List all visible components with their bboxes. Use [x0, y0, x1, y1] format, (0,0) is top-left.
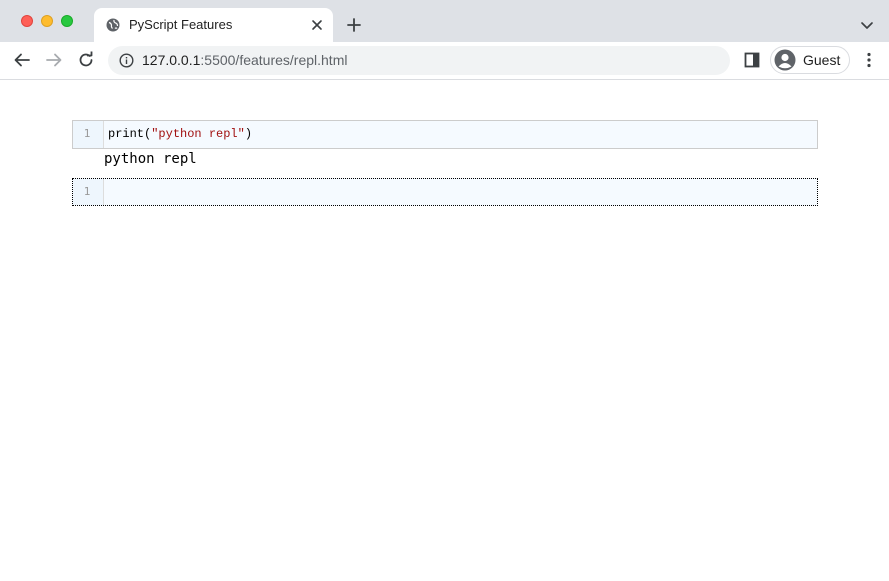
browser-window: PyScript Features 127.0.0.1:5500/feature…	[0, 0, 889, 581]
new-tab-icon[interactable]	[346, 17, 362, 33]
code-close-paren: )	[244, 127, 253, 141]
profile-button[interactable]: Guest	[770, 46, 850, 74]
line-number: 1	[83, 185, 91, 198]
more-options-icon[interactable]	[860, 51, 878, 69]
tab-title: PyScript Features	[129, 17, 233, 32]
page-content: 1 print("python repl") python repl 1	[0, 80, 889, 581]
line-gutter: 1	[73, 121, 104, 148]
code-line[interactable]: print("python repl")	[108, 127, 252, 141]
code-function: print(	[108, 127, 152, 141]
info-icon[interactable]	[119, 53, 134, 68]
tab-pyscript-features[interactable]: PyScript Features	[94, 8, 333, 42]
chevron-down-icon[interactable]	[860, 18, 874, 32]
back-arrow-icon[interactable]	[13, 51, 31, 69]
repl-output: python repl	[104, 151, 197, 167]
close-window-button[interactable]	[21, 15, 33, 27]
globe-icon	[106, 18, 120, 32]
forward-arrow-icon[interactable]	[45, 51, 63, 69]
avatar-icon	[774, 49, 796, 71]
address-bar[interactable]: 127.0.0.1:5500/features/repl.html	[108, 46, 730, 75]
side-panel-icon[interactable]	[744, 52, 760, 68]
url-path: :5500/features/repl.html	[200, 52, 348, 68]
code-string: "python repl"	[151, 127, 245, 141]
url-host: 127.0.0.1	[142, 52, 201, 68]
line-gutter: 1	[73, 179, 104, 205]
close-tab-icon[interactable]	[310, 18, 324, 32]
profile-label: Guest	[803, 52, 841, 68]
browser-toolbar: 127.0.0.1:5500/features/repl.html Guest	[0, 42, 889, 80]
url-text: 127.0.0.1:5500/features/repl.html	[142, 52, 347, 68]
repl-input-cell[interactable]: 1	[72, 178, 818, 206]
tab-strip: PyScript Features	[0, 0, 889, 42]
minimize-window-button[interactable]	[41, 15, 53, 27]
zoom-window-button[interactable]	[61, 15, 73, 27]
reload-icon[interactable]	[77, 51, 95, 69]
line-number: 1	[83, 127, 91, 140]
repl-cell[interactable]: 1 print("python repl")	[72, 120, 818, 149]
